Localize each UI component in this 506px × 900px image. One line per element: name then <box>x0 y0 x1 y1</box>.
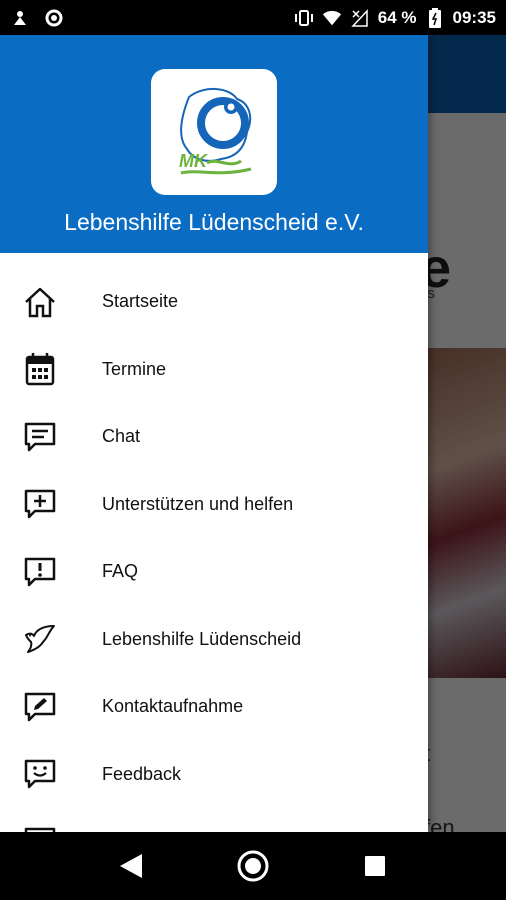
home-circle-icon <box>237 850 269 882</box>
back-icon <box>120 854 142 878</box>
menu-item-partial[interactable] <box>0 808 428 832</box>
menu-item-label: Lebenshilfe Lüdenscheid <box>102 628 302 649</box>
status-bar: 64 % 09:35 <box>0 0 506 35</box>
recents-icon <box>365 856 385 876</box>
home-icon <box>22 284 58 320</box>
menu-item-support[interactable]: Unterstützen und helfen <box>0 471 428 539</box>
signal-icon <box>350 8 370 28</box>
contact-icon <box>22 689 58 725</box>
calendar-icon <box>22 351 58 387</box>
menu-item-label: Unterstützen und helfen <box>102 493 294 514</box>
notification-icon <box>10 8 30 28</box>
info-icon <box>22 824 58 832</box>
home-button[interactable] <box>233 846 273 886</box>
back-button[interactable] <box>111 846 151 886</box>
menu-item-termine[interactable]: Termine <box>0 336 428 404</box>
menu-item-label: Feedback <box>102 763 182 784</box>
menu-item-label: Startseite <box>102 291 179 312</box>
menu-item-label: FAQ <box>102 561 139 582</box>
svg-text:MK: MK <box>179 151 209 171</box>
feedback-icon <box>22 756 58 792</box>
drawer-menu: Startseite Termine Chat Unterstützen und… <box>0 268 428 832</box>
battery-percent: 64 % <box>377 7 417 27</box>
menu-item-feedback[interactable]: Feedback <box>0 741 428 809</box>
menu-item-faq[interactable]: FAQ <box>0 538 428 606</box>
menu-item-startseite[interactable]: Startseite <box>0 268 428 336</box>
wifi-icon <box>322 8 342 28</box>
navigation-drawer: MK Lebenshilfe Lüdenscheid e.V. Startsei… <box>0 35 428 832</box>
menu-item-chat[interactable]: Chat <box>0 403 428 471</box>
menu-item-kontaktaufnahme[interactable]: Kontaktaufnahme <box>0 673 428 741</box>
menu-item-lebenshilfe[interactable]: Lebenshilfe Lüdenscheid <box>0 606 428 674</box>
support-icon <box>22 486 58 522</box>
drawer-header: MK Lebenshilfe Lüdenscheid e.V. <box>0 35 428 253</box>
organization-logo: MK <box>151 69 277 195</box>
system-navigation-bar <box>0 832 506 900</box>
dove-icon <box>22 621 58 657</box>
menu-item-label: Chat <box>102 426 141 447</box>
sync-icon <box>44 8 64 28</box>
faq-icon <box>22 554 58 590</box>
organization-name: Lebenshilfe Lüdenscheid e.V. <box>64 209 364 235</box>
recents-button[interactable] <box>355 846 395 886</box>
clock: 09:35 <box>452 7 496 27</box>
chat-icon <box>22 419 58 455</box>
menu-item-label: Kontaktaufnahme <box>102 696 244 717</box>
vibrate-icon <box>294 8 314 28</box>
battery-icon <box>425 7 445 28</box>
menu-item-label: Termine <box>102 358 167 379</box>
